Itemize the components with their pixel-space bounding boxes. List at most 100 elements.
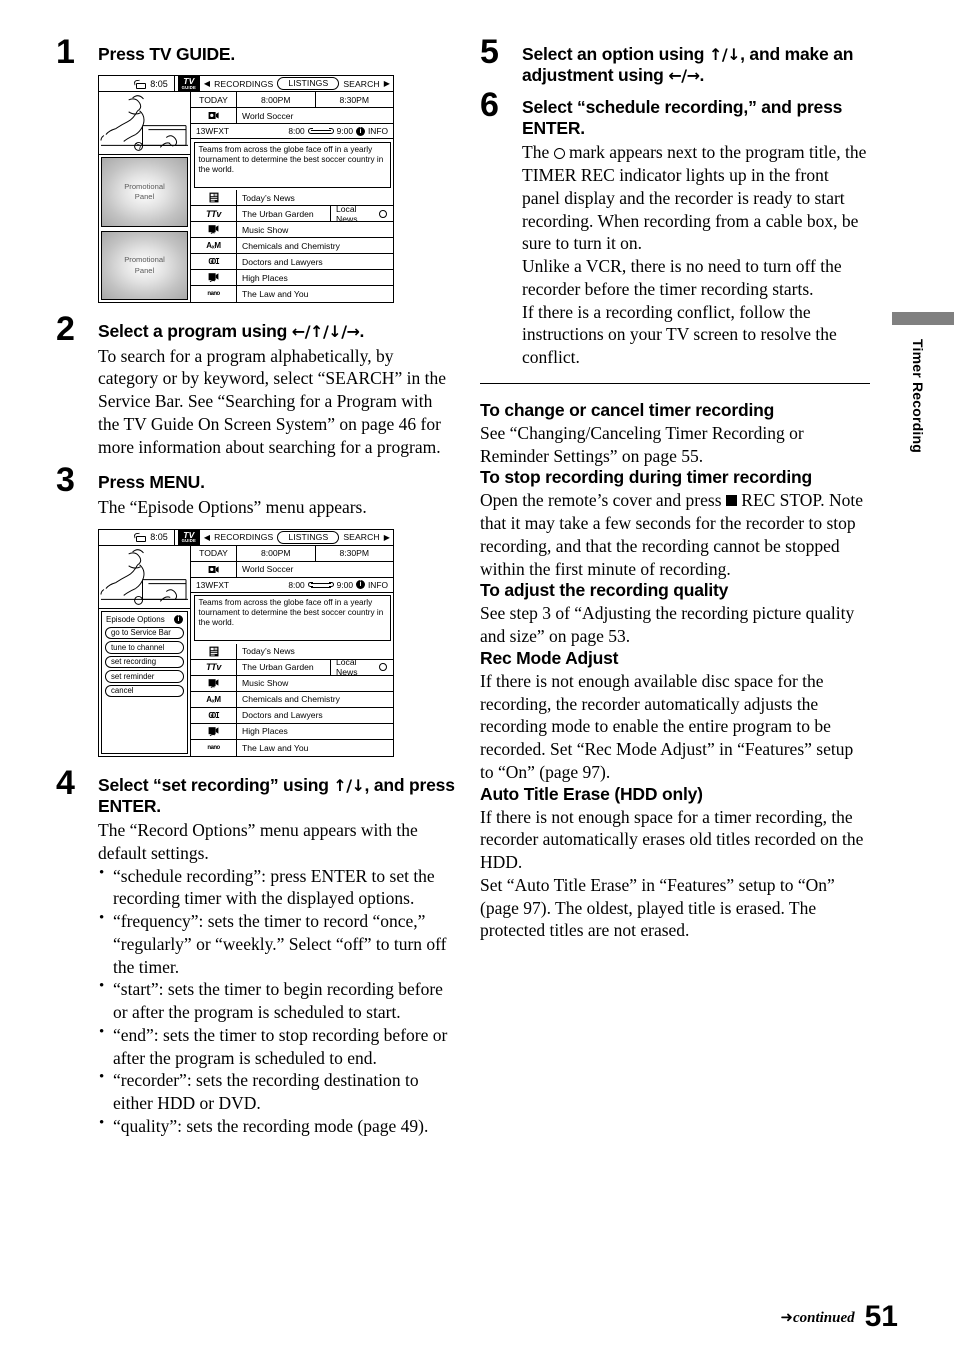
grid-row-6[interactable]: High Places — [191, 270, 393, 287]
episode-options-info-icon[interactable]: i — [174, 614, 183, 624]
section-stop-recording-body: Open the remote’s cover and press REC ST… — [480, 489, 870, 580]
service-bar-search-2[interactable]: SEARCH — [343, 532, 379, 542]
service-bar-2: TV GUIDE ◀ RECORDINGS LISTINGS SEARCH ▶ — [175, 529, 393, 545]
program-title-2a-2: The Urban Garden — [237, 659, 331, 675]
step-6-paragraph-3: If there is a recording conflict, follow… — [522, 301, 837, 368]
tv-guide-logo-line2: GUIDE — [181, 84, 196, 90]
service-bar-right-arrow-icon[interactable]: ▶ — [384, 79, 390, 88]
info-bar-end-time-2: 9:00 — [336, 579, 353, 590]
step-2-number: 2 — [56, 310, 75, 349]
video-preview — [99, 92, 190, 156]
time-range-slider[interactable] — [307, 128, 334, 135]
tv-guide-logo-icon-2: TV GUIDE — [177, 529, 200, 545]
grid-header-row: TODAY 8:00PM 8:30PM — [191, 92, 394, 109]
episode-option-tune-to-channel[interactable]: tune to channel — [105, 641, 184, 654]
right-column: 5 Select an option using ↑/↓, and make a… — [480, 35, 870, 942]
music-channel-icon — [208, 225, 219, 235]
service-bar-search[interactable]: SEARCH — [343, 79, 379, 89]
grid-row-4[interactable]: AₓM Chemicals and Chemistry — [191, 238, 393, 255]
service-bar-left-arrow-icon-2[interactable]: ◀ — [204, 533, 210, 542]
grid-row-7-2[interactable]: nano The Law and You — [191, 739, 393, 756]
program-title-4-2: Chemicals and Chemistry — [242, 694, 340, 705]
grid-header-slot-2: 8:30PM — [314, 92, 394, 108]
step-6-body: The mark appears next to the program tit… — [522, 141, 870, 369]
step-6-p1-pre: The — [522, 142, 554, 163]
program-cell-2b[interactable]: Local News — [331, 203, 393, 224]
grid-row-7[interactable]: nano The Law and You — [191, 286, 393, 303]
info-bar-right: 8:00 9:00 i INFO — [288, 126, 388, 136]
program-title-2b: Local News — [336, 203, 358, 224]
step-5-title-suffix: . — [699, 65, 705, 86]
step-2-body: To search for a program alphabetically, … — [98, 345, 446, 457]
promotional-panel-2[interactable]: Promotional Panel — [101, 230, 188, 301]
time-range-slider-2[interactable] — [307, 581, 334, 588]
grid-row-selected-2[interactable]: World Soccer — [191, 561, 393, 578]
grid-row-6-2[interactable]: High Places — [191, 723, 393, 740]
tv-main-area: Promotional Panel Promotional Panel TODAY … — [99, 92, 394, 303]
grid-row-5-2[interactable]: GDI Doctors and Lawyers — [191, 707, 393, 724]
step-5-title-prefix: Select an option using — [522, 44, 709, 64]
episode-option-go-to-service-bar[interactable]: go to Service Bar — [105, 626, 184, 640]
step-1: 1 Press TV GUIDE. — [56, 35, 456, 69]
section-change-cancel-body: See “Changing/Canceling Timer Recording … — [480, 422, 804, 466]
soccer-illustration-icon-2 — [100, 548, 188, 605]
tv-clock-value: 8:05 — [150, 78, 168, 89]
channel-logo-icon-4-2: AₓM — [191, 691, 237, 707]
music-channel-icon-2 — [208, 678, 219, 688]
program-title-7: The Law and You — [242, 289, 309, 300]
tv-topbar-2: 8:05 TV GUIDE ◀ RECORDINGS LISTINGS SEAR… — [99, 529, 393, 546]
page-number: 51 — [864, 1300, 898, 1333]
info-icon[interactable]: i — [355, 126, 365, 136]
service-bar-left-arrow-icon[interactable]: ◀ — [204, 79, 210, 88]
section-auto-title-erase-body: If there is not enough space for a timer… — [480, 806, 864, 941]
grid-row-4-2[interactable]: AₓM Chemicals and Chemistry — [191, 691, 393, 708]
program-cell-2b-2[interactable]: Local News — [331, 657, 393, 678]
service-bar-listings-2[interactable]: LISTINGS — [277, 530, 340, 544]
timer-rec-circle-icon — [553, 148, 565, 160]
grid-row-selected[interactable]: World Soccer — [191, 108, 393, 125]
info-bar-channel-2: 13WFXT — [196, 579, 230, 590]
grid-row-2-2[interactable]: TTv The Urban Garden Local News — [191, 657, 393, 678]
grid-row-3[interactable]: Music Show — [191, 222, 393, 239]
service-bar-listings[interactable]: LISTINGS — [277, 77, 340, 91]
info-bar-start-time: 8:00 — [288, 126, 305, 137]
channel-logo-icon-2: TTv — [191, 206, 237, 222]
grid-header-day-2: TODAY — [191, 545, 237, 561]
step-5-title: Select an option using ↑/↓, and make an … — [522, 44, 870, 87]
episode-option-set-reminder[interactable]: set reminder — [105, 670, 184, 683]
episode-option-set-recording[interactable]: set recording — [105, 655, 184, 669]
step-2-title: Select a program using ←/↑/↓/→. — [98, 321, 456, 342]
episode-options-title-row: Episode Options i — [105, 614, 184, 625]
side-tab-bar — [892, 312, 954, 325]
left-column: 1 Press TV GUIDE. 8:05 TV GUIDE ◀ RECORD… — [56, 35, 456, 1148]
soccer-illustration-icon — [100, 95, 188, 152]
service-bar-recordings-2[interactable]: RECORDINGS — [214, 532, 273, 542]
program-title-2b-2: Local News — [336, 657, 358, 678]
promotional-panel-1[interactable]: Promotional Panel — [101, 157, 188, 227]
section-rec-mode-adjust-body: If there is not enough available disc sp… — [480, 670, 854, 782]
section-adjust-quality-body: See step 3 of “Adjusting the recording p… — [480, 603, 855, 647]
episode-options-menu: Episode Options i go to Service Bar tune… — [101, 610, 188, 754]
grid-row-2[interactable]: TTv The Urban Garden Local News — [191, 203, 393, 224]
tv-clock-cell-2: 8:05 — [99, 529, 175, 545]
step-4-bullet-4: “end”: sets the timer to stop recording … — [98, 1023, 456, 1070]
service-bar-recordings[interactable]: RECORDINGS — [214, 79, 273, 89]
program-info-bar-2: 13WFXT 8:00 9:00 i INFO — [191, 578, 393, 593]
section-rec-mode-adjust-heading: Rec Mode Adjust — [480, 647, 619, 668]
step-5: 5 Select an option using ↑/↓, and make a… — [480, 35, 870, 87]
grid-header-slot-2-2: 8:30PM — [314, 545, 394, 561]
grid-row-5[interactable]: GDI Doctors and Lawyers — [191, 254, 393, 271]
section-stop-recording: To stop recording during timer recording… — [480, 467, 870, 580]
episode-option-cancel[interactable]: cancel — [105, 684, 184, 698]
step-2-direction-keys-icon: ←/↑/↓/→ — [291, 322, 360, 342]
side-tab-label: Timer Recording — [910, 339, 926, 453]
tv-clock-value-2: 8:05 — [150, 532, 168, 543]
service-bar-right-arrow-icon-2[interactable]: ▶ — [384, 533, 390, 542]
grid-header-day: TODAY — [191, 92, 237, 108]
program-info-bar: 13WFXT 8:00 9:00 i INFO — [191, 124, 393, 140]
info-bar-channel: 13WFXT — [196, 126, 230, 137]
tv-main-area-2: Episode Options i go to Service Bar tune… — [99, 545, 394, 756]
info-icon-2[interactable]: i — [355, 580, 365, 590]
grid-row-3-2[interactable]: Music Show — [191, 675, 393, 692]
news-channel-icon-2 — [209, 646, 218, 656]
